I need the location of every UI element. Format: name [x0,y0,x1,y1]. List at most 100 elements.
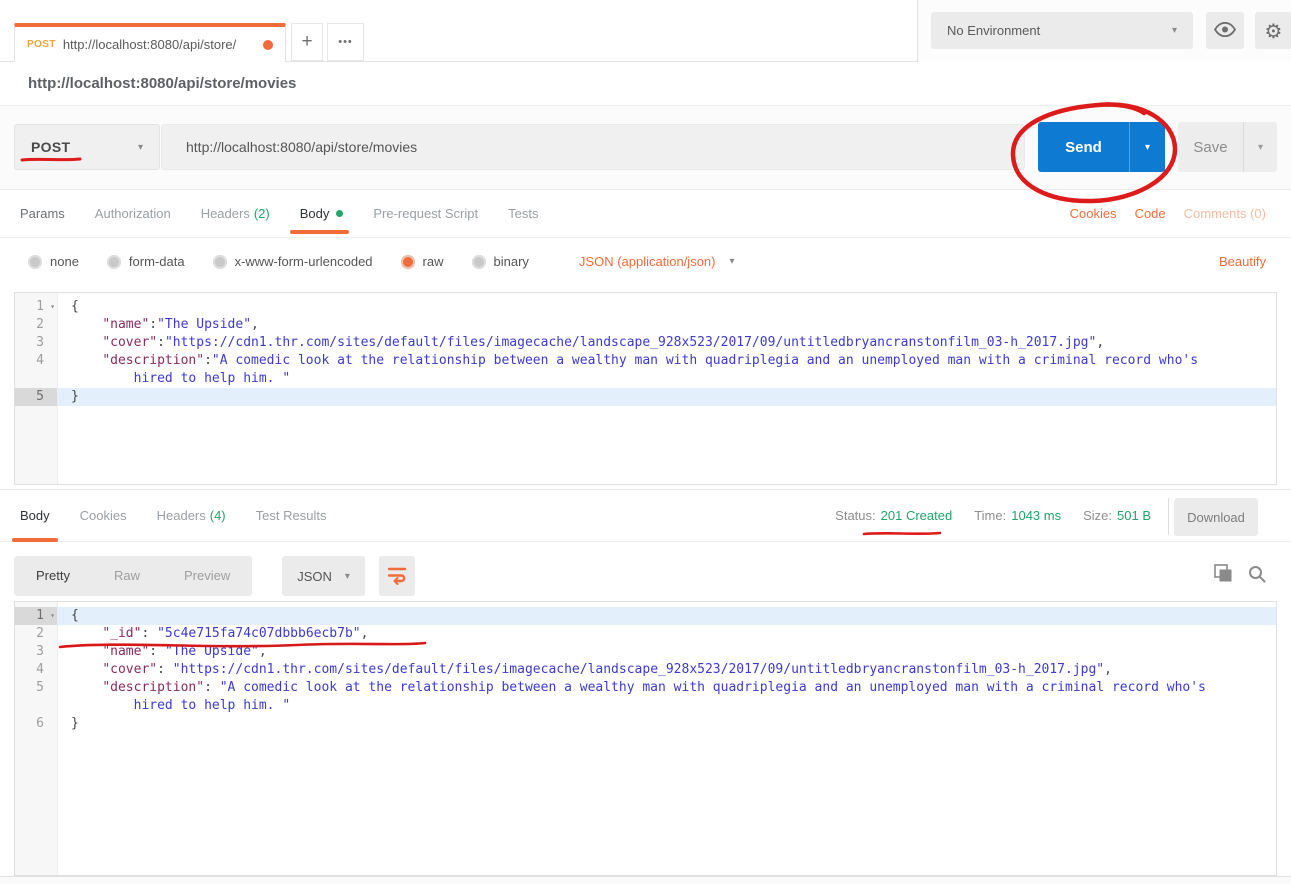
method-dropdown[interactable]: POST ▾ [14,124,160,170]
new-tab-button[interactable]: + [291,23,323,61]
tab-tests[interactable]: Tests [508,190,538,237]
response-body-code: 1▾{2 "_id": "5c4e715fa74c07dbbb6ecb7b",3… [15,602,1276,733]
code-line-1[interactable]: 1▾{ [15,298,1276,316]
response-tab-body[interactable]: Body [20,490,50,541]
response-tab-cookies[interactable]: Cookies [80,490,127,541]
tab-count-badge: (4) [210,508,226,523]
line-number: 4 [15,661,57,679]
code-line-3[interactable]: 3 "name": "The Upside", [15,643,1276,661]
code-line-5[interactable]: 5} [15,388,1276,406]
code-line-2[interactable]: 2 "_id": "5c4e715fa74c07dbbb6ecb7b", [15,625,1276,643]
save-options-caret[interactable]: ▾ [1243,122,1277,172]
body-type-form-data[interactable]: form-data [107,254,185,269]
code-text: "description":"A comedic look at the rel… [57,352,1276,388]
code-line-3[interactable]: 3 "cover":"https://cdn1.thr.com/sites/de… [15,334,1276,352]
page-title: http://localhost:8080/api/store/movies [28,75,296,92]
body-type-raw[interactable]: raw [401,254,444,269]
radio-icon [107,255,121,269]
tab-authorization[interactable]: Authorization [95,190,171,237]
save-button[interactable]: Save ▾ [1178,122,1277,172]
line-number: 1▾ [15,298,57,316]
code-line-5[interactable]: 5 "description": "A comedic look at the … [15,679,1276,715]
code-text: { [57,298,1276,316]
eye-icon [1214,22,1236,40]
tab-pre-request-script[interactable]: Pre-request Script [373,190,478,237]
link-cookies[interactable]: Cookies [1070,206,1117,221]
tab-label: Headers [157,508,206,523]
time-value: 1043 ms [1011,508,1061,523]
code-line-6[interactable]: 6} [15,715,1276,733]
view-pretty[interactable]: Pretty [14,556,92,596]
line-number: 5 [15,679,57,715]
body-type-binary[interactable]: binary [472,254,529,269]
send-button[interactable]: Send ▾ [1038,122,1165,172]
code-line-4[interactable]: 4 "description":"A comedic look at the r… [15,352,1276,388]
bottom-scroll-area [0,876,1291,884]
response-tab-headers[interactable]: Headers (4) [157,490,226,541]
radio-label: raw [423,254,444,269]
code-line-2[interactable]: 2 "name":"The Upside", [15,316,1276,334]
response-tab-test-results[interactable]: Test Results [256,490,327,541]
code-text: "name":"The Upside", [57,316,1276,334]
content-type-dropdown[interactable]: JSON (application/json) ▾ [579,254,735,269]
chevron-down-icon: ▾ [1172,25,1177,36]
chevron-down-icon: ▾ [345,571,350,582]
line-number: 2 [15,625,57,643]
view-preview[interactable]: Preview [162,556,252,596]
chevron-down-icon: ▾ [729,256,734,267]
url-input[interactable] [161,124,1025,170]
gear-icon: ⚙ [1265,21,1283,41]
radio-icon [28,255,42,269]
line-number: 3 [15,334,57,352]
content-type-label: JSON (application/json) [579,254,716,269]
environment-quick-look-button[interactable] [1206,12,1244,49]
tab-body[interactable]: Body [300,190,344,237]
link-comments-0[interactable]: Comments (0) [1184,206,1266,221]
divider [1168,498,1169,535]
response-meta-bar: Body Cookies Headers (4) Test Results Status… [0,489,1291,542]
fold-arrow-icon[interactable]: ▾ [50,607,55,625]
size-value: 501 B [1117,508,1151,523]
fold-arrow-icon[interactable]: ▾ [50,298,55,316]
radio-icon [472,255,486,269]
response-body-editor[interactable]: 1▾{2 "_id": "5c4e715fa74c07dbbb6ecb7b",3… [14,601,1277,876]
response-view-switcher: PrettyRawPreview [14,556,252,596]
wrap-lines-button[interactable] [379,556,415,596]
download-button[interactable]: Download [1174,498,1258,536]
tab-label: Pre-request Script [373,206,478,221]
response-status-group: Status: 201 Created Time: 1043 ms Size: … [835,490,1151,541]
response-tabs-list: Body Cookies Headers (4) Test Results [20,490,356,541]
tab-headers[interactable]: Headers(2) [201,190,270,237]
code-text: "description": "A comedic look at the re… [57,679,1276,715]
environment-section: No Environment ▾ ⚙ [917,0,1291,62]
environment-selector[interactable]: No Environment ▾ [931,12,1193,49]
code-line-4[interactable]: 4 "cover": "https://cdn1.thr.com/sites/d… [15,661,1276,679]
view-raw[interactable]: Raw [92,556,162,596]
request-tab[interactable]: POST http://localhost:8080/api/store/ [14,23,286,62]
request-body-editor[interactable]: 1▾{2 "name":"The Upside",3 "cover":"http… [14,292,1277,485]
code-text: "cover": "https://cdn1.thr.com/sites/def… [57,661,1276,679]
beautify-link[interactable]: Beautify [1219,254,1266,269]
request-tabs-list: Params Authorization Headers(2) Body Pre-req… [20,190,568,237]
code-line-1[interactable]: 1▾{ [15,607,1276,625]
line-number: 6 [15,715,57,733]
header-bar: POST http://localhost:8080/api/store/ + … [0,0,1291,62]
word-wrap-icon [386,565,408,588]
radio-label: none [50,254,79,269]
tab-method-badge: POST [27,39,56,50]
save-button-label: Save [1178,139,1243,156]
send-options-caret[interactable]: ▾ [1129,122,1165,172]
code-text: { [57,607,1276,625]
search-icon[interactable] [1248,565,1266,583]
code-text: } [57,715,1276,733]
body-type-none[interactable]: none [28,254,79,269]
link-code[interactable]: Code [1135,206,1166,221]
settings-button[interactable]: ⚙ [1255,12,1291,49]
tab-options-button[interactable]: ••• [327,23,364,61]
line-number: 5 [15,388,57,406]
body-type-x-www-form-urlencoded[interactable]: x-www-form-urlencoded [213,254,373,269]
tab-params[interactable]: Params [20,190,65,237]
copy-icon[interactable] [1214,564,1233,583]
postman-app: POST http://localhost:8080/api/store/ + … [0,0,1291,884]
response-format-dropdown[interactable]: JSON ▾ [282,556,365,596]
